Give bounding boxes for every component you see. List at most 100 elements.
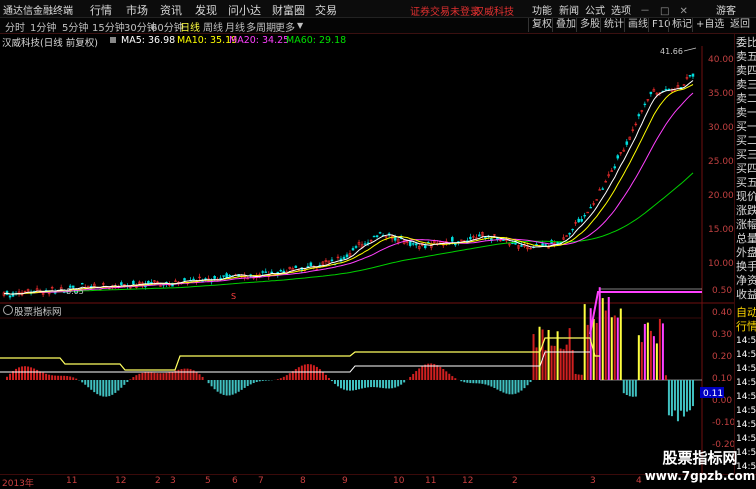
btn-adjust[interactable]: 复权 (528, 18, 555, 32)
menu-formula[interactable]: 公式 (585, 2, 605, 17)
sub-bar (337, 380, 339, 386)
period-15min[interactable]: 15分钟 (92, 19, 125, 34)
sub-bar (677, 380, 679, 421)
sidebar-item-ask3[interactable]: 卖三 (736, 78, 756, 92)
sidebar-item-ask2[interactable]: 卖二 (736, 92, 756, 106)
sub-bar (187, 369, 189, 380)
btn-back[interactable]: 返回 (727, 18, 753, 32)
price-tick: 25.00 (708, 157, 734, 167)
sidebar-item-change[interactable]: 涨跌 (736, 204, 756, 218)
btn-statistics[interactable]: 统计 (600, 18, 627, 32)
sub-bar (211, 380, 213, 386)
btn-draw-line[interactable]: 画线 (624, 18, 651, 32)
date-tick: 8 (300, 476, 306, 486)
sidebar-item-turnover[interactable]: 换手 (736, 260, 756, 274)
date-tick: 5 (205, 476, 211, 486)
sub-bar (614, 315, 616, 380)
sub-bar (159, 373, 161, 380)
sub-bar (493, 380, 495, 388)
menu-news[interactable]: 资讯 (160, 2, 182, 18)
sub-bar (560, 349, 562, 380)
sub-bar (99, 380, 101, 396)
sidebar-item-net-assets[interactable]: 净资 (736, 274, 756, 288)
period-5min[interactable]: 5分钟 (62, 19, 88, 34)
sub-bar (51, 375, 53, 380)
sub-bar (656, 343, 658, 380)
ma10-line (4, 85, 693, 295)
sub-bar (295, 369, 297, 380)
sidebar-item-auto[interactable]: 自动 (736, 306, 756, 320)
sidebar-item-change-pct[interactable]: 涨幅 (736, 218, 756, 232)
sidebar-item-bid4[interactable]: 买四 (736, 162, 756, 176)
sidebar-item-price[interactable]: 现价 (736, 190, 756, 204)
sidebar-item-ask1[interactable]: 卖一 (736, 106, 756, 120)
btn-add-watchlist[interactable]: +自选 (692, 18, 727, 32)
user-label[interactable]: 游客 (716, 2, 736, 17)
btn-mark[interactable]: 标记 (668, 18, 695, 32)
sub-bar (484, 380, 486, 384)
sub-bar (533, 334, 535, 380)
menu-wealth[interactable]: 财富圈 (272, 2, 305, 18)
menu-functions[interactable]: 功能 (532, 2, 552, 17)
date-tick: 6 (232, 476, 238, 486)
candle-body (511, 243, 513, 244)
menu-trade[interactable]: 交易 (315, 2, 337, 18)
btn-overlay[interactable]: 叠加 (552, 18, 579, 32)
sub-indicator-header: 股票指标网 (0, 304, 730, 316)
sub-bar (502, 380, 504, 393)
sidebar-item-bid3[interactable]: 买三 (736, 148, 756, 162)
login-notice[interactable]: 证券交易未登录 (410, 3, 480, 18)
sub-bar (223, 380, 225, 395)
candle-body (81, 283, 83, 284)
sub-bar (123, 380, 125, 385)
period-monthly[interactable]: 月线 (225, 19, 245, 34)
sub-bar (196, 372, 198, 380)
chevron-down-icon[interactable]: ▼ (297, 21, 303, 30)
sub-bar (220, 380, 222, 394)
period-more[interactable]: 更多 (275, 19, 295, 34)
sidebar-item-ask5[interactable]: 卖五 (736, 50, 756, 64)
period-timeshare[interactable]: 分时 (5, 19, 25, 34)
candle-body (478, 235, 480, 237)
menu-news-right[interactable]: 新闻 (559, 2, 579, 17)
period-1min[interactable]: 1分钟 (30, 19, 56, 34)
date-tick: 4 (636, 476, 642, 486)
sidebar-item-bid1[interactable]: 买一 (736, 120, 756, 134)
sub-bar (346, 380, 348, 390)
sidebar-item-bid5[interactable]: 买五 (736, 176, 756, 190)
sidebar-item-bid-ratio[interactable]: 委比 (736, 36, 756, 50)
date-axis: 2013年 11 12 2 3 5 6 7 8 9 10 11 12 2 3 4 (0, 474, 756, 488)
indicator-settings-icon[interactable] (3, 305, 13, 315)
menu-options[interactable]: 选项 (611, 2, 631, 17)
window-controls[interactable]: － □ ✕ (640, 2, 688, 17)
sidebar-item-outer[interactable]: 外盘 (736, 246, 756, 260)
period-daily[interactable]: 日线 (180, 19, 200, 34)
sidebar-item-volume[interactable]: 总量 (736, 232, 756, 246)
menu-market-quotes[interactable]: 行情 (90, 2, 112, 18)
period-multi[interactable]: 多周期 (246, 19, 276, 34)
sub-bar (247, 380, 249, 386)
sidebar-item-ask4[interactable]: 卖四 (736, 64, 756, 78)
candle-body (689, 75, 691, 76)
menu-market[interactable]: 市场 (126, 2, 148, 18)
period-weekly[interactable]: 周线 (203, 19, 223, 34)
candle-body (584, 215, 586, 216)
sidebar-item-earnings[interactable]: 收益 (736, 288, 756, 302)
kline-chart-area[interactable]: 40.00 35.00 30.00 25.00 20.00 15.00 10.0… (0, 34, 734, 474)
sub-bar (400, 380, 402, 385)
candle-body (644, 104, 646, 105)
sub-bar (397, 380, 399, 386)
sub-bar (289, 373, 291, 380)
candle-body (364, 244, 366, 245)
sub-bar (190, 369, 192, 380)
sub-tick: 0.50 (712, 286, 732, 296)
sidebar-item-quote[interactable]: 行情 (736, 320, 756, 334)
high-price-pointer (684, 48, 696, 51)
sub-bar (42, 373, 44, 380)
menu-discover[interactable]: 发现 (195, 2, 217, 18)
sidebar-item-bid2[interactable]: 买二 (736, 134, 756, 148)
sub-bar (30, 367, 32, 380)
period-60min[interactable]: 60分钟 (151, 19, 184, 34)
menu-ask[interactable]: 问小达 (228, 2, 261, 18)
btn-multi-stock[interactable]: 多股 (576, 18, 603, 32)
